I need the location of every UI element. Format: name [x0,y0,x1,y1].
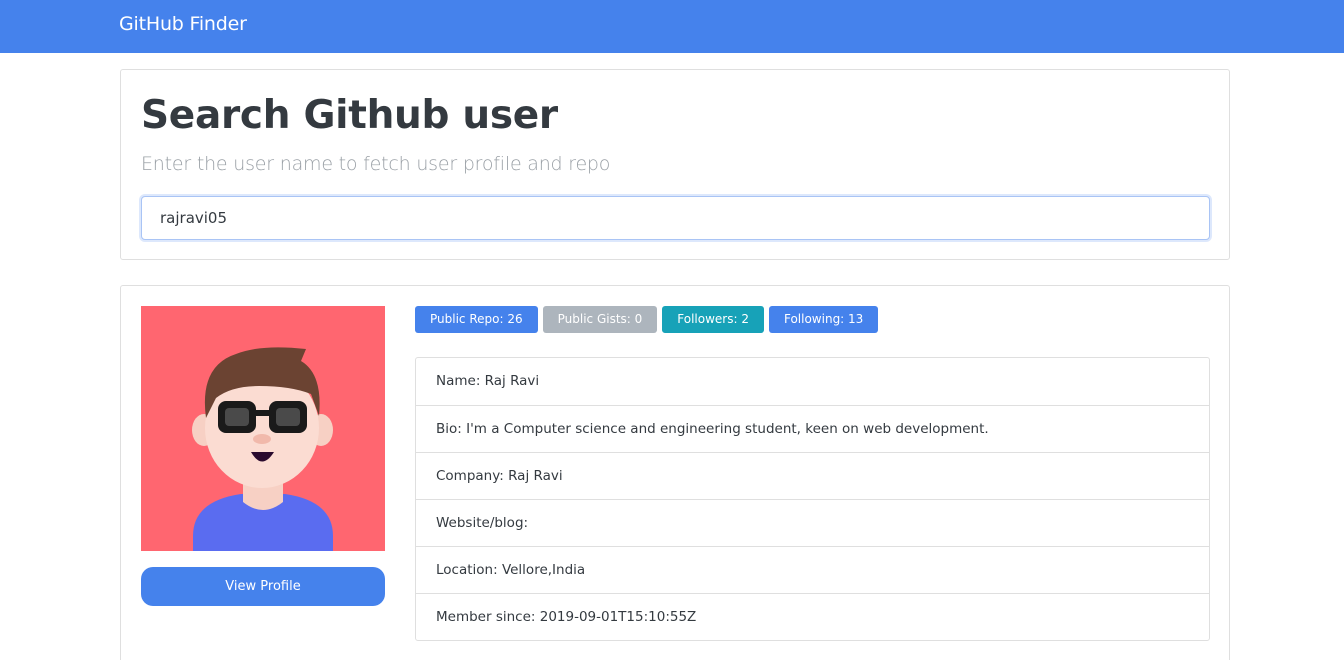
badge-public-gists: Public Gists: 0 [542,306,658,333]
detail-name: Name: Raj Ravi [436,373,540,389]
navbar: GitHub Finder [0,0,1344,53]
search-card: Search Github user Enter the user name t… [120,69,1230,260]
profile-card: View Profile Public Repo: 26 Public Gist… [120,285,1230,660]
user-avatar-icon [141,306,385,551]
detail-company: Company: Raj Ravi [416,452,1209,499]
badge-following: Following: 13 [768,306,879,333]
detail-location: Location: Vellore,India [416,546,1209,593]
badge-followers: Followers: 2 [662,306,764,333]
avatar [141,306,385,551]
detail-member-since: Member since: 2019-09-01T15:10:55Z [416,593,1209,640]
detail-website: Website/blog: [416,499,1209,546]
search-input[interactable] [141,196,1210,240]
profile-details-list: Name: Raj Ravi Bio: I'm a Computer scien… [415,357,1210,641]
badges: Public Repo: 26 Public Gists: 0 Follower… [415,306,879,333]
view-profile-button[interactable]: View Profile [141,567,385,606]
badge-public-repo: Public Repo: 26 [415,306,538,333]
detail-bio: Bio: I'm a Computer science and engineer… [416,405,1209,452]
page-title: Search Github user [141,93,558,138]
search-subtitle: Enter the user name to fetch user profil… [141,153,611,175]
brand-link[interactable]: GitHub Finder [119,13,247,35]
